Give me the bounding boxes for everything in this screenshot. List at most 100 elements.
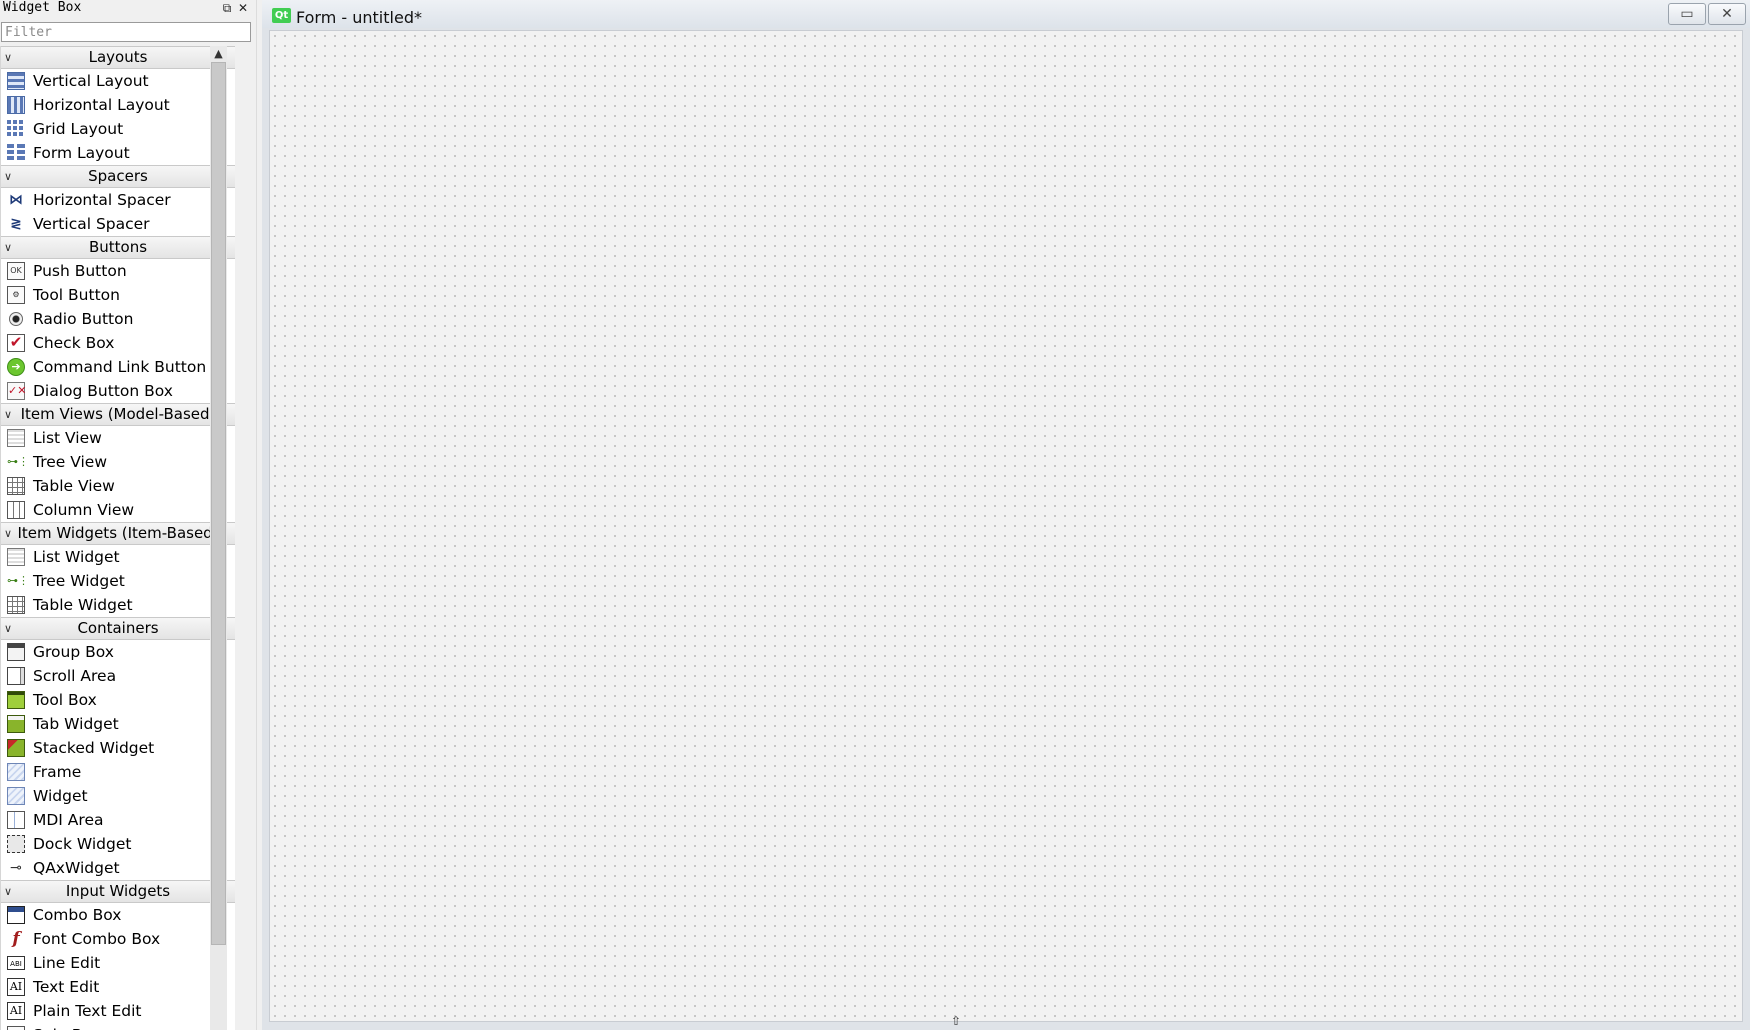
- list-view-icon: [7, 429, 25, 447]
- widget-list: ∨ Layouts Vertical Layout Horizontal Layout…: [0, 46, 235, 1030]
- widget-item[interactable]: Stacked Widget: [1, 736, 235, 760]
- widget-item[interactable]: ⊸ QAxWidget: [1, 856, 235, 880]
- widget-item-label: Grid Layout: [33, 120, 124, 138]
- widget-item-label: MDI Area: [33, 811, 104, 829]
- widget-item[interactable]: ≷ Vertical Spacer: [1, 212, 235, 236]
- widget-item[interactable]: Vertical Layout: [1, 69, 235, 93]
- widget-item-label: Font Combo Box: [33, 930, 161, 948]
- widget-item-label: Vertical Spacer: [33, 215, 150, 233]
- font-combo-box-icon: f: [12, 929, 20, 949]
- widget-item[interactable]: Tool Box: [1, 688, 235, 712]
- widget-item[interactable]: Dock Widget: [1, 832, 235, 856]
- float-icon[interactable]: ⧉: [220, 0, 234, 16]
- widget-item[interactable]: Table Widget: [1, 593, 235, 617]
- widget-item-label: Check Box: [33, 334, 115, 352]
- widget-item[interactable]: Radio Button: [1, 307, 235, 331]
- widget-item-label: Tree View: [33, 453, 108, 471]
- dialog-button-box-icon: ✓✕: [7, 382, 26, 400]
- list-widget-icon: [7, 548, 25, 566]
- tool-button-icon: ⚙: [7, 286, 25, 304]
- close-button[interactable]: ✕: [1708, 3, 1746, 25]
- widget-item-label: Dock Widget: [33, 835, 132, 853]
- grid-layout-icon: [7, 120, 25, 138]
- widget-item-label: Tool Box: [33, 691, 97, 709]
- widget-item[interactable]: MDI Area: [1, 808, 235, 832]
- category-header[interactable]: ∨ Item Widgets (Item-Based): [1, 522, 235, 545]
- chevron-down-icon[interactable]: ∨: [4, 166, 12, 187]
- widget-item[interactable]: AI Plain Text Edit: [1, 999, 235, 1023]
- widget-item-label: List View: [33, 429, 102, 447]
- widget-item-label: Radio Button: [33, 310, 134, 328]
- category-header[interactable]: ∨ Containers: [1, 617, 235, 640]
- form-layout-icon: [7, 144, 25, 162]
- widget-item[interactable]: ABI Line Edit: [1, 951, 235, 975]
- widget-item-label: Combo Box: [33, 906, 122, 924]
- widget-item-label: Scroll Area: [33, 667, 117, 685]
- category-header[interactable]: ∨ Buttons: [1, 236, 235, 259]
- form-titlebar[interactable]: Qt Form - untitled* ▭ ✕: [262, 0, 1750, 28]
- widget-list-scrollbar[interactable]: ▲: [210, 46, 227, 1030]
- widget-item[interactable]: Widget: [1, 784, 235, 808]
- form-canvas[interactable]: [269, 30, 1743, 1022]
- widget-item[interactable]: OK Push Button: [1, 259, 235, 283]
- widget-item[interactable]: Column View: [1, 498, 235, 522]
- widget-item-label: Plain Text Edit: [33, 1002, 142, 1020]
- widget-item-label: List Widget: [33, 548, 120, 566]
- close-icon[interactable]: ✕: [236, 0, 250, 16]
- widget-item[interactable]: Scroll Area: [1, 664, 235, 688]
- category-header[interactable]: ∨ Layouts: [1, 46, 235, 69]
- chevron-down-icon[interactable]: ∨: [4, 881, 12, 902]
- vertical-layout-icon: [7, 72, 25, 90]
- scroll-up-arrow-icon[interactable]: ▲: [210, 46, 227, 62]
- widget-item-label: Stacked Widget: [33, 739, 155, 757]
- chevron-down-icon[interactable]: ∨: [4, 237, 12, 258]
- widget-item-label: Text Edit: [33, 978, 100, 996]
- widget-item[interactable]: ⚙ Tool Button: [1, 283, 235, 307]
- table-widget-icon: [7, 596, 25, 614]
- widget-item-label: Table Widget: [33, 596, 133, 614]
- widget-item[interactable]: Frame: [1, 760, 235, 784]
- chevron-down-icon[interactable]: ∨: [4, 523, 12, 544]
- widget-item[interactable]: Spin Box: [1, 1023, 235, 1030]
- category-header[interactable]: ∨ Item Views (Model-Based): [1, 403, 235, 426]
- widget-item[interactable]: AI Text Edit: [1, 975, 235, 999]
- qt-logo-icon: Qt: [272, 8, 291, 23]
- scrollbar-thumb[interactable]: [211, 62, 226, 945]
- widget-item[interactable]: ✔ Check Box: [1, 331, 235, 355]
- widget-item-label: Column View: [33, 501, 135, 519]
- widget-item[interactable]: ➔ Command Link Button: [1, 355, 235, 379]
- widget-item[interactable]: ⊶⋮ Tree Widget: [1, 569, 235, 593]
- chevron-down-icon[interactable]: ∨: [4, 404, 12, 425]
- filter-input[interactable]: [1, 22, 251, 42]
- widget-item-label: Push Button: [33, 262, 127, 280]
- widget-item[interactable]: List View: [1, 426, 235, 450]
- widget-item-label: Spin Box: [33, 1026, 101, 1030]
- category-header[interactable]: ∨ Spacers: [1, 165, 235, 188]
- widget-item[interactable]: Table View: [1, 474, 235, 498]
- widget-item-label: Table View: [33, 477, 115, 495]
- widget-item[interactable]: ⋈ Horizontal Spacer: [1, 188, 235, 212]
- widget-item-label: Horizontal Spacer: [33, 191, 171, 209]
- widget-item[interactable]: Group Box: [1, 640, 235, 664]
- widget-item[interactable]: f Font Combo Box: [1, 927, 235, 951]
- resize-arrow-icon[interactable]: ⇧: [951, 1014, 961, 1028]
- category-header[interactable]: ∨ Input Widgets: [1, 880, 235, 903]
- widget-item-label: Form Layout: [33, 144, 130, 162]
- widget-item-label: Command Link Button: [33, 358, 207, 376]
- category-name: Input Widgets: [65, 882, 171, 900]
- radio-button-icon: [9, 312, 23, 326]
- minimize-button[interactable]: ▭: [1668, 3, 1706, 25]
- widget-item[interactable]: Grid Layout: [1, 117, 235, 141]
- line-edit-icon: ABI: [7, 956, 25, 970]
- widget-box-titlebar: Widget Box ⧉ ✕: [0, 0, 256, 16]
- chevron-down-icon[interactable]: ∨: [4, 618, 12, 639]
- widget-item[interactable]: List Widget: [1, 545, 235, 569]
- widget-item-label: Tree Widget: [33, 572, 125, 590]
- widget-item[interactable]: ⊶⋮ Tree View: [1, 450, 235, 474]
- widget-item[interactable]: Horizontal Layout: [1, 93, 235, 117]
- widget-item[interactable]: Combo Box: [1, 903, 235, 927]
- chevron-down-icon[interactable]: ∨: [4, 47, 12, 68]
- widget-item[interactable]: Form Layout: [1, 141, 235, 165]
- widget-item[interactable]: Tab Widget: [1, 712, 235, 736]
- widget-item[interactable]: ✓✕ Dialog Button Box: [1, 379, 235, 403]
